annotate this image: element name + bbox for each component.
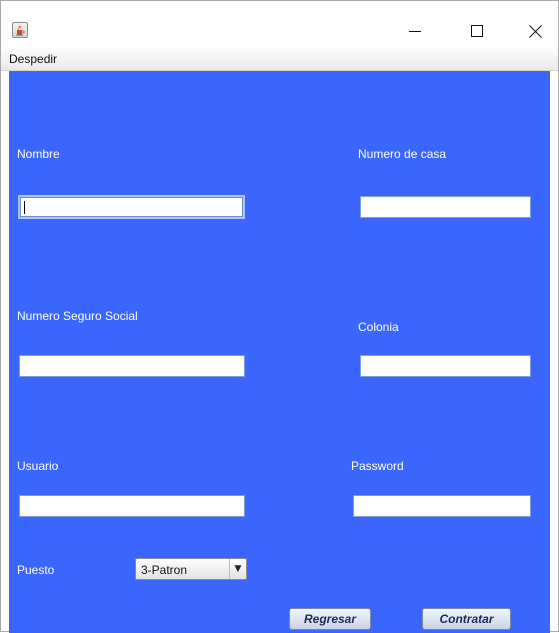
puesto-select[interactable]: 3-Patron ▼	[135, 558, 247, 580]
numero-casa-input[interactable]	[360, 196, 531, 218]
numero-casa-label: Numero de casa	[358, 147, 447, 161]
minimize-icon	[409, 31, 421, 32]
close-icon	[528, 24, 542, 38]
regresar-button[interactable]: Regresar	[289, 608, 371, 630]
puesto-label: Puesto	[17, 563, 55, 577]
minimize-button[interactable]	[392, 15, 438, 47]
colonia-input[interactable]	[360, 355, 531, 377]
nombre-label: Nombre	[17, 147, 60, 161]
menu-bar: Despedir	[1, 49, 558, 71]
password-label: Password	[351, 459, 404, 473]
java-cup-icon	[12, 22, 28, 38]
usuario-input[interactable]	[19, 495, 245, 517]
form-panel: Nombre Numero de casa Numero Seguro Soci…	[9, 71, 550, 633]
maximize-icon	[471, 25, 483, 37]
dropdown-arrow-icon[interactable]: ▼	[229, 559, 246, 579]
maximize-button[interactable]	[454, 15, 500, 47]
usuario-label: Usuario	[17, 459, 59, 473]
close-button[interactable]	[512, 15, 558, 47]
text-caret	[24, 201, 25, 214]
colonia-label: Colonia	[358, 320, 399, 334]
puesto-selected-value: 3-Patron	[141, 563, 188, 577]
nombre-input[interactable]	[18, 195, 245, 219]
password-input[interactable]	[353, 495, 531, 517]
nss-input[interactable]	[19, 355, 245, 377]
menu-despedir[interactable]: Despedir	[9, 52, 57, 66]
title-bar	[1, 1, 558, 49]
app-window: Despedir Nombre Numero de casa Numero Se…	[0, 0, 559, 633]
contratar-button[interactable]: Contratar	[422, 608, 511, 630]
nss-label: Numero Seguro Social	[17, 309, 138, 323]
